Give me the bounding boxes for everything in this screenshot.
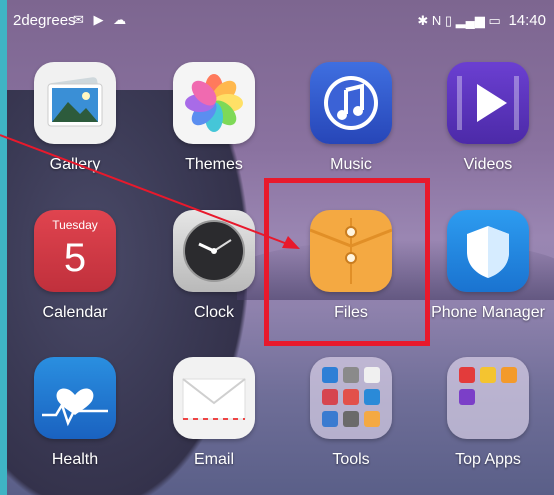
annotation-arrow — [0, 134, 300, 249]
